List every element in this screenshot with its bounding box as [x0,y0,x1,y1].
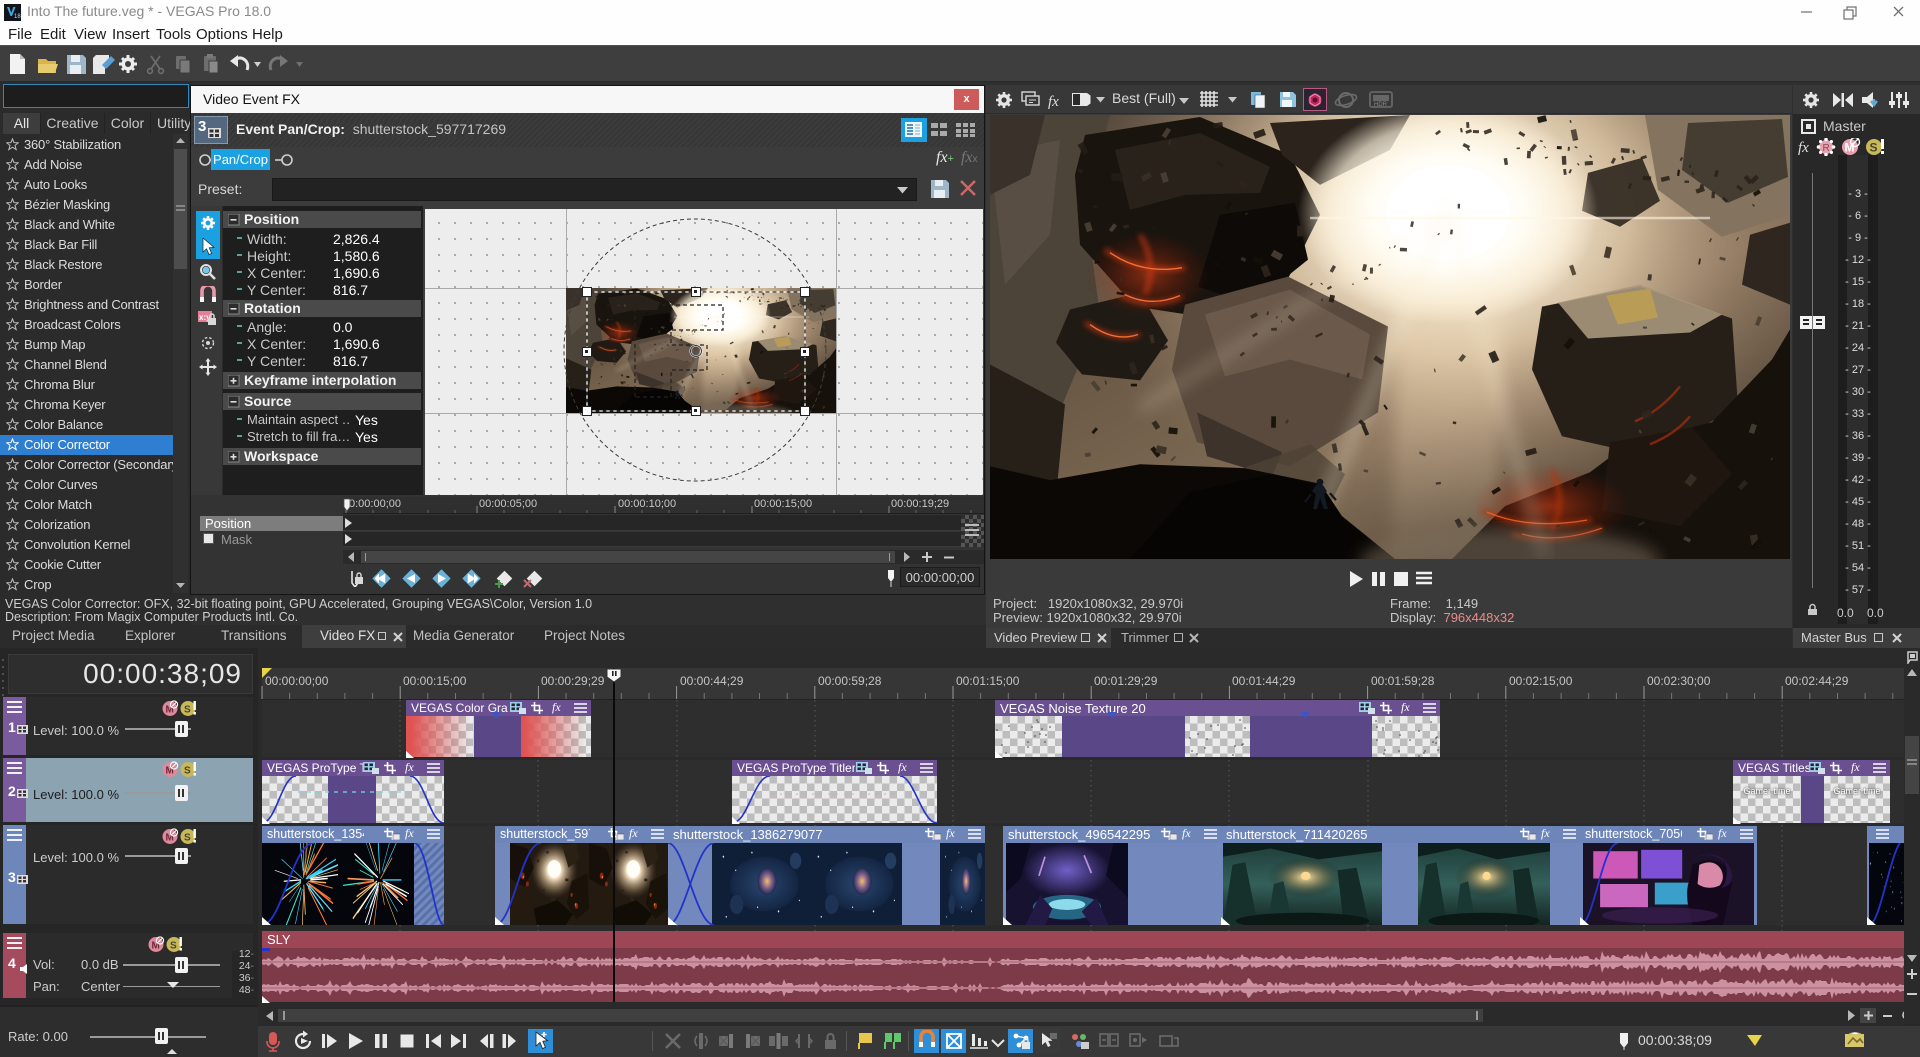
svg-text:R: R [1823,143,1830,154]
svg-text:fx: fx [1048,94,1059,110]
svg-text:M: M [1845,141,1855,155]
svg-text:18: 18 [14,14,21,20]
svg-text:HDR: HDR [1374,102,1388,108]
svg-text:fx: fx [1798,140,1809,156]
svg-text:S: S [1870,141,1878,155]
